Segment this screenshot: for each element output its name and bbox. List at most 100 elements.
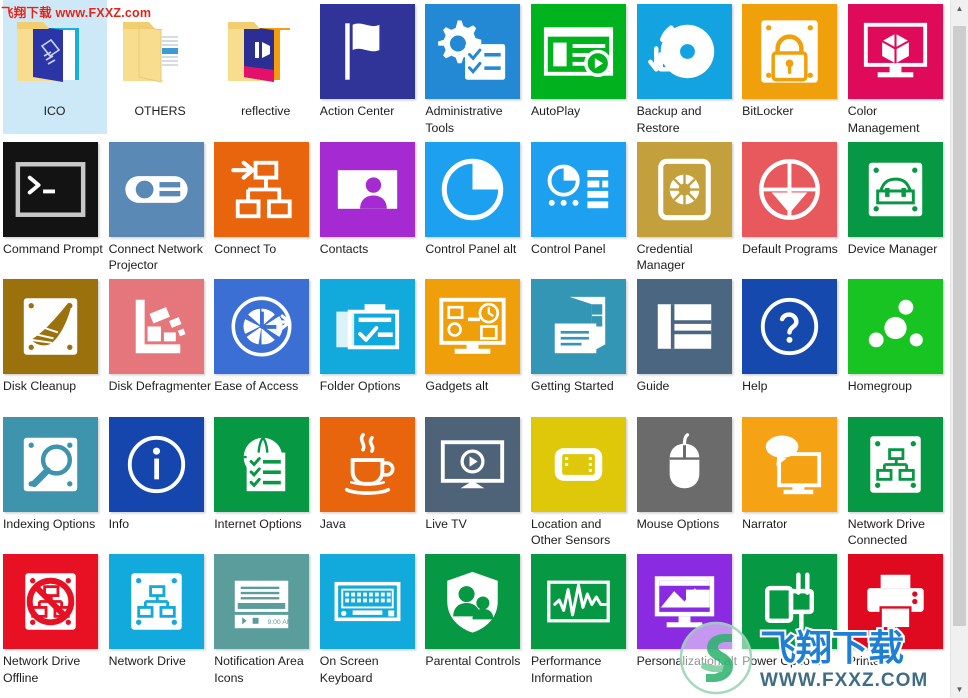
contact-card-icon[interactable]	[319, 141, 415, 237]
drive-network-offline-icon[interactable]	[3, 554, 98, 649]
info-circle-icon[interactable]	[108, 416, 204, 512]
device-sensor-icon[interactable]	[530, 416, 626, 512]
icon-item[interactable]: Default Programs	[742, 141, 847, 279]
icon-item[interactable]: Disk Cleanup	[3, 279, 108, 416]
globe-checklist-icon[interactable]	[214, 416, 310, 512]
icon-item[interactable]: Backup and Restore	[636, 4, 742, 141]
icon-label: Default Programs	[742, 241, 838, 256]
drive-search-icon[interactable]	[3, 416, 98, 512]
broom-disk-icon[interactable]	[3, 279, 98, 374]
question-circle-icon[interactable]	[742, 279, 838, 374]
icon-item[interactable]: Action Center	[319, 4, 425, 141]
folder-check-icon[interactable]	[319, 279, 415, 374]
monitor-cube-icon[interactable]	[847, 4, 943, 99]
pie-list-icon[interactable]	[530, 141, 626, 237]
defrag-blocks-icon[interactable]	[108, 279, 204, 374]
icon-label: Contacts	[319, 241, 369, 256]
icon-item[interactable]: Disk Defragmenter	[108, 279, 214, 416]
icon-label: Java	[319, 516, 346, 531]
icon-item[interactable]: Connect To	[214, 141, 319, 279]
shield-family-icon[interactable]	[425, 554, 521, 649]
waveform-monitor-icon[interactable]	[530, 554, 626, 649]
icon-item[interactable]: Control Panel alt	[425, 141, 530, 279]
icon-label: Control Panel alt	[425, 241, 517, 256]
icon-item[interactable]: Guide	[636, 279, 742, 416]
icon-item[interactable]: Device Manager	[847, 141, 953, 279]
icon-item[interactable]: Location and Other Sensors	[530, 416, 636, 554]
icon-item[interactable]: Network Drive Offline	[3, 554, 108, 691]
icon-item[interactable]: On Screen Keyboard	[319, 554, 425, 691]
notification-taskbar-icon[interactable]: 9:00 AM	[214, 554, 310, 649]
icon-item[interactable]: Java	[319, 416, 425, 554]
tv-play-icon[interactable]	[425, 416, 521, 512]
gear-checklist-icon[interactable]	[425, 4, 521, 99]
icon-item[interactable]: Command Prompt	[3, 141, 108, 279]
icon-item[interactable]: Network Drive	[108, 554, 214, 691]
vertical-scrollbar[interactable]: ▲ ▼	[950, 0, 968, 698]
disc-sync-arrows-icon[interactable]	[636, 4, 732, 99]
media-window-play-icon[interactable]	[530, 4, 626, 99]
icon-item[interactable]: Help	[742, 279, 847, 416]
icon-label: Performance Information	[530, 654, 602, 685]
icon-label: AutoPlay	[530, 104, 581, 118]
icon-item[interactable]: Contacts	[319, 141, 425, 279]
scroll-up-arrow-icon[interactable]: ▲	[951, 0, 968, 17]
icon-grid: ICO OTHERS reflective Action Center Admi…	[0, 0, 950, 698]
icon-label: reflective	[241, 104, 291, 118]
folder-reflective[interactable]	[214, 4, 309, 99]
java-coffee-icon[interactable]	[319, 416, 415, 512]
icon-item[interactable]: Administrative Tools	[425, 4, 530, 141]
layout-panes-icon[interactable]	[636, 279, 732, 374]
windows-doc-icon[interactable]	[530, 279, 626, 374]
pie-chart-icon[interactable]	[425, 141, 521, 237]
icon-label: Administrative Tools	[425, 104, 503, 135]
drive-lock-icon[interactable]	[742, 4, 838, 99]
console-prompt-icon[interactable]	[3, 141, 98, 237]
clock-access-icon[interactable]	[214, 279, 310, 374]
icon-item[interactable]: Control Panel	[530, 141, 636, 279]
icon-item[interactable]: Color Management	[847, 4, 953, 141]
device-toolbox-icon[interactable]	[847, 141, 943, 237]
icon-label: Network Drive Connected	[847, 516, 925, 548]
icon-label: Getting Started	[530, 379, 614, 393]
projector-icon[interactable]	[108, 141, 204, 237]
icon-item[interactable]: Network Drive Connected	[847, 416, 953, 554]
icon-item[interactable]: reflective	[214, 4, 319, 141]
icon-item[interactable]: Getting Started	[530, 279, 636, 416]
icon-item[interactable]: 9:00 AM Notification Area Icons	[214, 554, 319, 691]
drive-network-blue-icon[interactable]	[108, 554, 204, 649]
icon-item[interactable]: Info	[108, 416, 214, 554]
mouse-icon[interactable]	[636, 416, 732, 512]
icon-item[interactable]: Performance Information	[530, 554, 636, 691]
drive-network-icon[interactable]	[847, 416, 943, 512]
explorer-icon-grid-view: ICO OTHERS reflective Action Center Admi…	[0, 0, 968, 698]
icon-item[interactable]: Ease of Access	[214, 279, 319, 416]
icon-item[interactable]: Narrator	[742, 416, 847, 554]
icon-item[interactable]: ICO	[3, 0, 108, 141]
homegroup-nodes-icon[interactable]	[847, 279, 943, 374]
credential-card-icon[interactable]	[636, 141, 732, 237]
icon-item[interactable]: Credential Manager	[636, 141, 742, 279]
default-target-icon[interactable]	[742, 141, 838, 237]
icon-item[interactable]: Internet Options	[214, 416, 319, 554]
icon-label: Action Center	[319, 104, 395, 118]
icon-item[interactable]: Parental Controls	[425, 554, 530, 691]
icon-item[interactable]: Connect Network Projector	[108, 141, 214, 279]
icon-item[interactable]: Gadgets alt	[425, 279, 530, 416]
flag-icon[interactable]	[319, 4, 415, 99]
icon-label: Credential Manager	[636, 241, 693, 273]
icon-item[interactable]: Homegroup	[847, 279, 953, 416]
icon-label: BitLocker	[742, 104, 794, 118]
network-connect-icon[interactable]	[214, 141, 310, 237]
scrollbar-thumb[interactable]	[953, 26, 966, 626]
icon-item[interactable]: Folder Options	[319, 279, 425, 416]
icon-item[interactable]: Live TV	[425, 416, 530, 554]
keyboard-icon[interactable]	[319, 554, 415, 649]
icon-item[interactable]: AutoPlay	[530, 4, 636, 141]
icon-item[interactable]: Indexing Options	[3, 416, 108, 554]
monitor-speech-icon[interactable]	[742, 416, 838, 512]
icon-item[interactable]: OTHERS	[109, 4, 214, 141]
icon-item[interactable]: Mouse Options	[636, 416, 742, 554]
monitor-gadgets-icon[interactable]	[425, 279, 521, 374]
icon-item[interactable]: BitLocker	[742, 4, 847, 141]
